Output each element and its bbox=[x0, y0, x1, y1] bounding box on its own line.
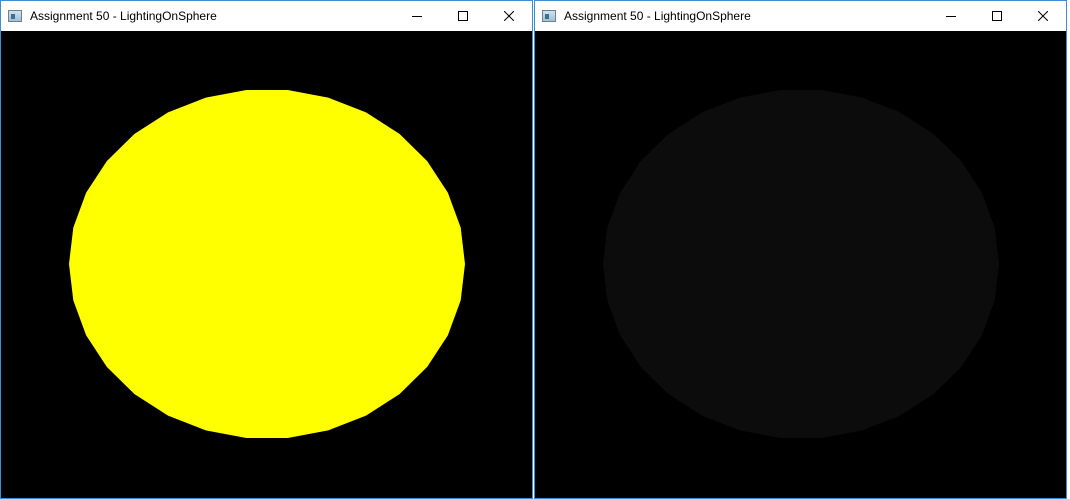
maximize-icon bbox=[992, 11, 1002, 21]
close-button[interactable] bbox=[486, 1, 532, 31]
minimize-icon bbox=[946, 16, 956, 17]
minimize-icon bbox=[412, 16, 422, 17]
minimize-button[interactable] bbox=[928, 1, 974, 31]
app-window-left[interactable]: Assignment 50 - LightingOnSphere bbox=[0, 0, 533, 499]
render-canvas[interactable] bbox=[535, 31, 1066, 498]
render-canvas[interactable] bbox=[1, 31, 532, 498]
lit-sphere bbox=[69, 90, 465, 438]
window-title: Assignment 50 - LightingOnSphere bbox=[30, 9, 217, 23]
maximize-icon bbox=[458, 11, 468, 21]
window-app-icon[interactable] bbox=[542, 10, 556, 22]
maximize-button[interactable] bbox=[974, 1, 1020, 31]
window-app-icon[interactable] bbox=[8, 10, 22, 22]
maximize-button[interactable] bbox=[440, 1, 486, 31]
app-window-right[interactable]: Assignment 50 - LightingOnSphere bbox=[534, 0, 1067, 499]
title-bar[interactable]: Assignment 50 - LightingOnSphere bbox=[535, 1, 1066, 31]
close-icon bbox=[1038, 11, 1048, 21]
render-scene bbox=[69, 90, 465, 438]
close-icon bbox=[504, 11, 514, 21]
unlit-sphere bbox=[603, 90, 999, 438]
render-scene bbox=[603, 90, 999, 438]
title-bar[interactable]: Assignment 50 - LightingOnSphere bbox=[1, 1, 532, 31]
minimize-button[interactable] bbox=[394, 1, 440, 31]
close-button[interactable] bbox=[1020, 1, 1066, 31]
window-title: Assignment 50 - LightingOnSphere bbox=[564, 9, 751, 23]
